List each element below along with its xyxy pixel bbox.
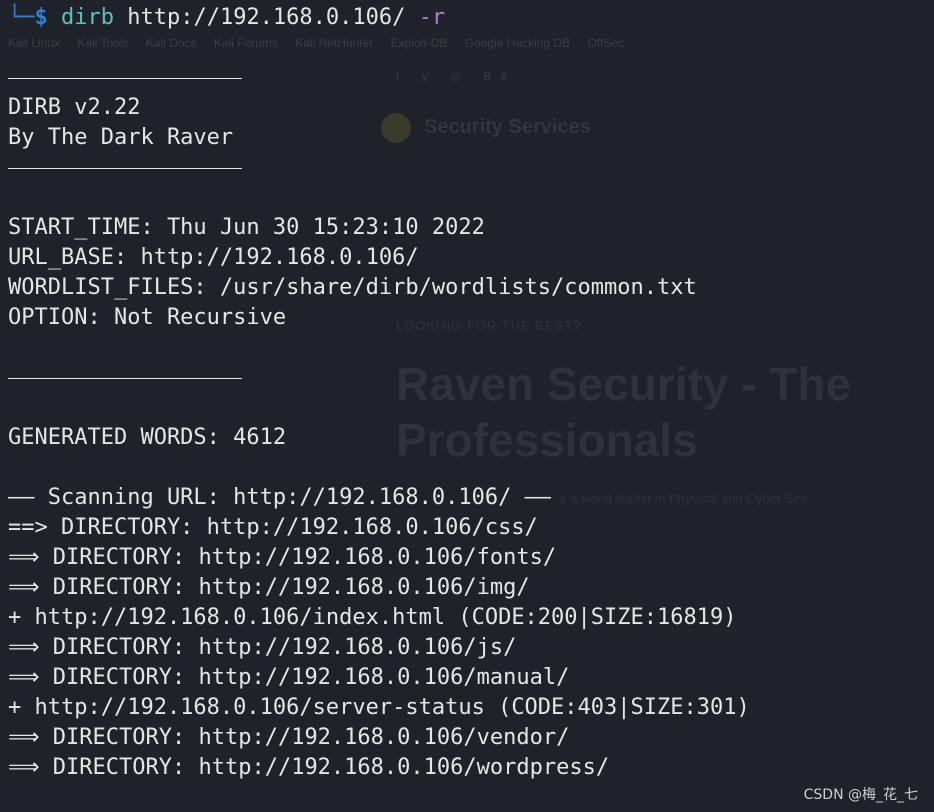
command-argument: http://192.168.0.106/ — [127, 5, 406, 30]
separator-rule — [8, 377, 242, 379]
separator-line — [8, 153, 934, 183]
url-base-line: URL_BASE: http://192.168.0.106/ — [8, 245, 419, 270]
result-line: ⟹ DIRECTORY: http://192.168.0.106/manual… — [8, 665, 570, 690]
csdn-watermark: CSDN @梅_花_七 — [803, 787, 918, 803]
terminal-output[interactable]: └─$ dirb http://192.168.0.106/ -r DIRB v… — [8, 3, 934, 783]
prompt-corner: └─ — [8, 5, 35, 30]
prompt-symbol: $ — [34, 5, 48, 30]
result-line: ==> DIRECTORY: http://192.168.0.106/css/ — [8, 515, 538, 540]
separator-rule — [8, 77, 242, 79]
option-line: OPTION: Not Recursive — [8, 305, 287, 330]
command-flag: -r — [418, 5, 446, 30]
command-prompt-line: └─$ dirb http://192.168.0.106/ -r — [8, 3, 934, 33]
start-time-line: START_TIME: Thu Jun 30 15:23:10 2022 — [8, 215, 485, 240]
command-name: dirb — [61, 5, 114, 30]
result-line: + http://192.168.0.106/server-status (CO… — [8, 695, 750, 720]
generated-words-line: GENERATED WORDS: 4612 — [8, 425, 287, 450]
scanning-url-line: —— Scanning URL: http://192.168.0.106/ —… — [8, 485, 552, 510]
result-line: ⟹ DIRECTORY: http://192.168.0.106/vendor… — [8, 725, 570, 750]
separator-line — [8, 363, 934, 393]
wordlist-line: WORDLIST_FILES: /usr/share/dirb/wordlist… — [8, 275, 697, 300]
separator-line — [8, 63, 934, 93]
separator-rule — [8, 167, 242, 169]
result-line: ⟹ DIRECTORY: http://192.168.0.106/js/ — [8, 635, 517, 660]
result-line: ⟹ DIRECTORY: http://192.168.0.106/fonts/ — [8, 545, 557, 570]
result-line: ⟹ DIRECTORY: http://192.168.0.106/wordpr… — [8, 755, 610, 780]
result-line: ⟹ DIRECTORY: http://192.168.0.106/img/ — [8, 575, 530, 600]
result-line: + http://192.168.0.106/index.html (CODE:… — [8, 605, 737, 630]
banner-version: DIRB v2.22 — [8, 95, 141, 120]
banner-author: By The Dark Raver — [8, 125, 234, 150]
